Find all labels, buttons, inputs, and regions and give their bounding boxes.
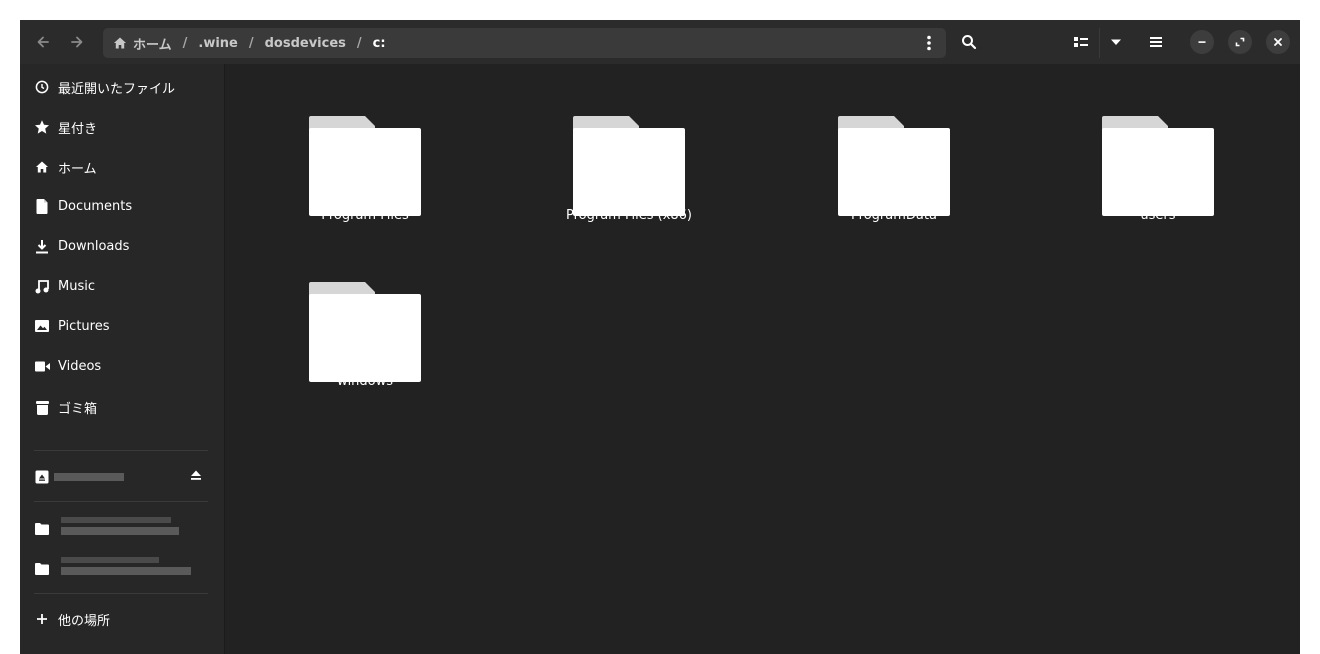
music-icon [34, 278, 50, 294]
file-name: windows [336, 374, 394, 389]
file-name: Program Files [321, 208, 409, 223]
back-button[interactable] [29, 28, 57, 56]
sidebar-item-label: Pictures [58, 318, 110, 334]
breadcrumb-home-label: ホーム [133, 37, 172, 53]
sidebar-item-pictures[interactable]: Pictures [20, 308, 224, 344]
redacted-label [61, 567, 191, 575]
arrow-left-icon [37, 36, 49, 48]
breadcrumb-separator: / [182, 35, 188, 51]
minimize-icon [1198, 41, 1206, 43]
folder-icon [34, 521, 50, 537]
redacted-label [54, 473, 124, 481]
sidebar-item-bookmark[interactable] [20, 551, 224, 587]
main-menu-button[interactable] [1142, 28, 1170, 56]
download-icon [34, 238, 50, 254]
folder-icon [34, 561, 50, 577]
sidebar-item-label: 星付き [58, 121, 98, 137]
path-menu-button[interactable] [920, 34, 938, 52]
sidebar-item-trash[interactable]: ゴミ箱 [20, 389, 224, 425]
folder-icon [838, 116, 950, 216]
star-icon [34, 119, 50, 135]
breadcrumb-dosdevices[interactable]: dosdevices [265, 36, 346, 51]
file-item[interactable]: windows [265, 260, 465, 410]
file-grid: Program Files Program Files (x86) Progra… [225, 64, 1300, 654]
redacted-label [61, 517, 171, 523]
sidebar-item-label: Downloads [58, 238, 130, 254]
breadcrumb-separator: / [248, 35, 254, 51]
redacted-label [61, 557, 159, 563]
file-name: Program Files (x86) [565, 208, 693, 223]
file-item[interactable]: users [1058, 94, 1258, 244]
minimize-button[interactable] [1190, 30, 1214, 54]
sidebar-item-label: ゴミ箱 [58, 401, 98, 417]
sidebar: 最近開いたファイル 星付き ホーム Documents Downloads Mu… [20, 64, 225, 654]
breadcrumb-current[interactable]: c: [373, 36, 386, 51]
file-manager-window: ホーム / .wine / dosdevices / c: 最近開いたファイル … [20, 20, 1300, 654]
eject-button[interactable] [190, 469, 202, 485]
path-bar[interactable]: ホーム / .wine / dosdevices / c: [103, 28, 946, 58]
picture-icon [34, 318, 50, 334]
sidebar-item-label: Videos [58, 358, 102, 374]
header-bar: ホーム / .wine / dosdevices / c: [20, 20, 1300, 64]
close-button[interactable] [1266, 30, 1290, 54]
sidebar-item-downloads[interactable]: Downloads [20, 228, 224, 264]
home-icon [34, 159, 50, 175]
folder-icon [573, 116, 685, 216]
sidebar-item-recent[interactable]: 最近開いたファイル [20, 69, 224, 105]
file-name: users [1140, 208, 1176, 223]
sidebar-divider [34, 450, 208, 451]
sidebar-item-drive[interactable] [20, 459, 224, 495]
breadcrumb-wine[interactable]: .wine [198, 36, 237, 51]
view-toggle-button[interactable] [1067, 28, 1095, 56]
plus-icon [34, 611, 50, 627]
search-icon [962, 35, 977, 50]
maximize-button[interactable] [1228, 30, 1252, 54]
file-item[interactable]: Program Files [265, 94, 465, 244]
folder-icon [309, 116, 421, 216]
sidebar-item-label: 最近開いたファイル [58, 81, 176, 97]
document-icon [34, 198, 50, 214]
file-name: ProgramData [851, 208, 937, 223]
sidebar-divider [34, 501, 208, 502]
sidebar-item-label: Music [58, 278, 95, 294]
sidebar-item-music[interactable]: Music [20, 268, 224, 304]
sidebar-item-documents[interactable]: Documents [20, 188, 224, 224]
breadcrumb-home[interactable]: ホーム [113, 34, 172, 53]
sidebar-divider [34, 593, 208, 594]
trash-icon [34, 399, 50, 415]
sidebar-item-label: Documents [58, 198, 133, 214]
chevron-down-icon [1111, 39, 1121, 45]
home-icon [114, 37, 126, 49]
hamburger-menu-icon [1150, 37, 1162, 47]
sidebar-item-bookmark[interactable] [20, 511, 224, 547]
video-icon [34, 358, 50, 374]
sidebar-item-other-locations[interactable]: 他の場所 [20, 601, 224, 637]
forward-button[interactable] [63, 28, 91, 56]
clock-icon [34, 79, 50, 95]
sidebar-item-label: ホーム [58, 161, 97, 177]
maximize-icon [1235, 37, 1245, 47]
toolbar-divider [1099, 28, 1100, 58]
breadcrumb-separator: / [356, 35, 362, 51]
sidebar-item-home[interactable]: ホーム [20, 149, 224, 185]
sidebar-item-starred[interactable]: 星付き [20, 109, 224, 145]
search-button[interactable] [955, 28, 983, 56]
view-options-button[interactable] [1102, 28, 1130, 56]
list-view-icon [1074, 37, 1088, 47]
file-item[interactable]: ProgramData [794, 94, 994, 244]
folder-icon [1102, 116, 1214, 216]
kebab-menu-icon [927, 35, 931, 51]
close-icon [1274, 38, 1282, 46]
sidebar-item-videos[interactable]: Videos [20, 348, 224, 384]
sidebar-item-label: 他の場所 [58, 613, 111, 629]
redacted-label [61, 527, 179, 535]
drive-icon [34, 469, 50, 485]
arrow-right-icon [71, 36, 83, 48]
folder-icon [309, 282, 421, 382]
eject-icon [191, 470, 201, 480]
file-item[interactable]: Program Files (x86) [529, 94, 729, 244]
